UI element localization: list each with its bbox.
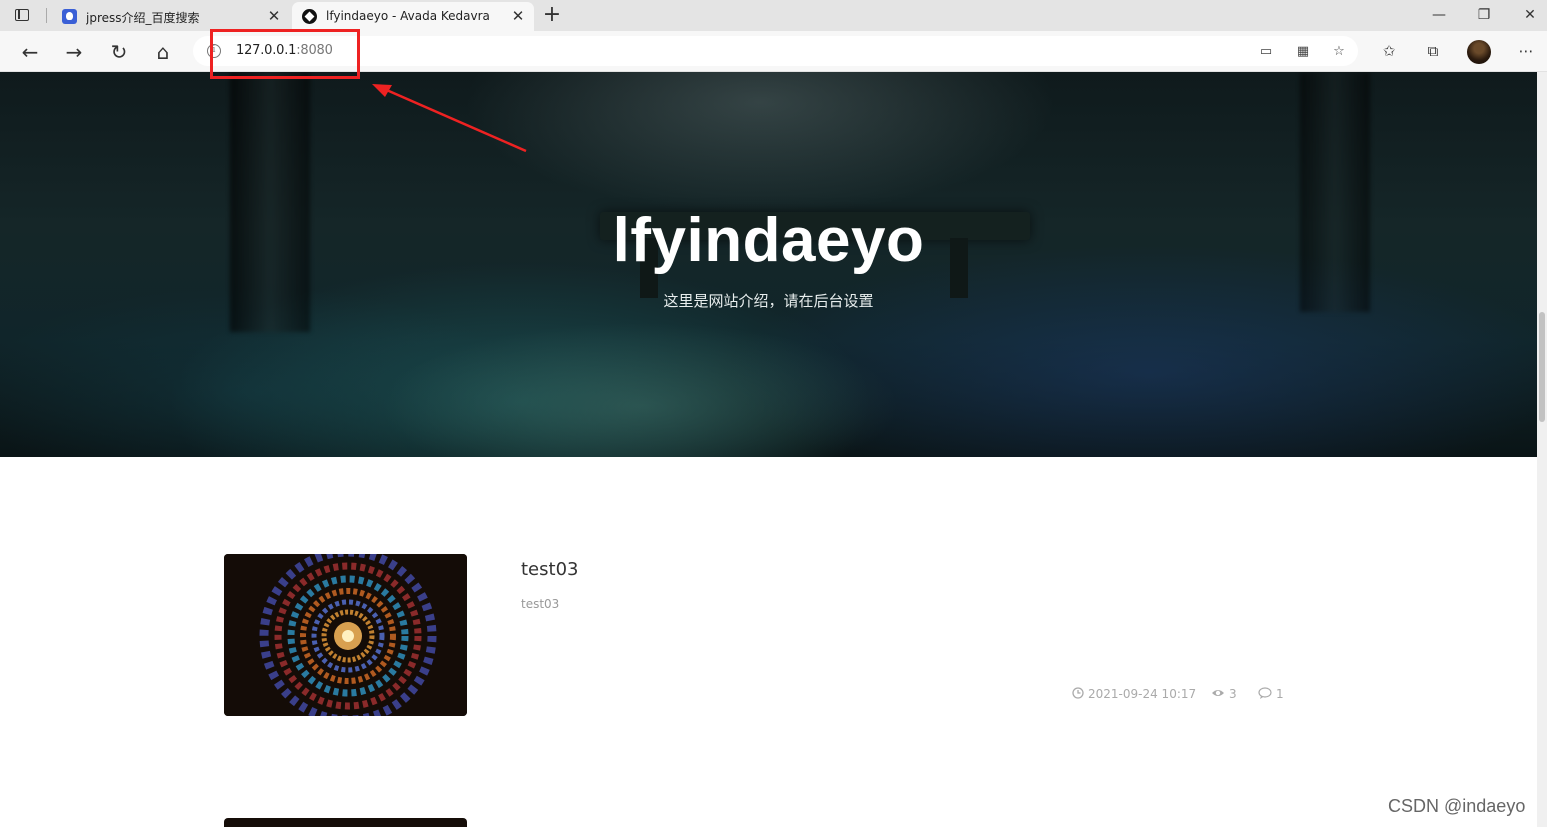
address-bar[interactable]: i 127.0.0.1:8080 ▭ ▦ ☆ <box>193 36 1358 66</box>
csdn-watermark: CSDN @indaeyo <box>1388 796 1526 816</box>
forward-arrow-icon[interactable]: → <box>61 39 87 65</box>
qr-code-icon[interactable]: ▦ <box>1294 44 1312 60</box>
tab-title: lfyindaeyo - Avada Kedavra <box>326 9 490 23</box>
post-date: 2021-09-24 10:17 <box>1072 687 1196 701</box>
annotation-highlight-box <box>210 29 360 79</box>
post-summary: test03 <box>521 597 560 611</box>
tab-close-icon[interactable]: ✕ <box>266 8 282 24</box>
stained-glass-image <box>224 554 467 716</box>
tab-baidu-search[interactable]: jpress介绍_百度搜索 ✕ <box>52 2 290 31</box>
new-tab-button[interactable]: + <box>541 4 563 26</box>
post-comments: 1 <box>1258 687 1284 701</box>
site-logo-icon <box>302 9 317 24</box>
minimize-button[interactable]: — <box>1428 5 1450 25</box>
add-favorite-icon[interactable]: ☆ <box>1330 44 1348 60</box>
scrollbar-thumb[interactable] <box>1539 312 1545 422</box>
clock-icon <box>1072 687 1084 699</box>
back-arrow-icon[interactable]: ← <box>17 39 43 65</box>
baidu-paw-icon <box>62 9 77 24</box>
annotation-arrow <box>372 84 527 153</box>
site-description: 这里是网站介绍，请在后台设置 <box>663 292 874 310</box>
comment-icon <box>1258 687 1272 699</box>
eye-icon <box>1211 687 1225 699</box>
post-title[interactable]: test03 <box>521 559 578 580</box>
collections-icon[interactable]: ⧉ <box>1423 41 1443 61</box>
tab-close-icon[interactable]: ✕ <box>510 8 526 24</box>
post-views-count: 3 <box>1229 687 1237 701</box>
more-options-icon[interactable]: ⋯ <box>1516 41 1536 61</box>
tab-bar: jpress介绍_百度搜索 ✕ lfyindaeyo - Avada Kedav… <box>0 0 1547 31</box>
restore-button[interactable]: ❐ <box>1473 5 1495 25</box>
post-item: test03 test03 2021-09-24 10:17 3 1 <box>224 554 1284 716</box>
site-title[interactable]: lfyindaeyo <box>0 205 1537 276</box>
tab-lfyindaeyo[interactable]: lfyindaeyo - Avada Kedavra ✕ <box>292 2 534 31</box>
tab-title: jpress介绍_百度搜索 <box>86 11 200 25</box>
tab-actions-icon[interactable] <box>12 6 32 24</box>
path-decoration <box>380 322 900 457</box>
post-date-text: 2021-09-24 10:17 <box>1088 687 1197 701</box>
hero-banner: lfyindaeyo 这里是网站介绍，请在后台设置 <box>0 72 1537 457</box>
favorites-icon[interactable]: ✩ <box>1379 41 1399 61</box>
post-views: 3 <box>1211 687 1237 701</box>
tree-trunk-decoration <box>1300 72 1370 312</box>
post-comments-count: 1 <box>1276 687 1284 701</box>
close-window-button[interactable]: ✕ <box>1519 5 1541 25</box>
app-available-icon[interactable]: ▭ <box>1257 44 1275 60</box>
home-icon[interactable]: ⌂ <box>150 39 176 65</box>
refresh-icon[interactable]: ↻ <box>106 39 132 65</box>
profile-avatar[interactable] <box>1467 40 1491 64</box>
tab-separator <box>46 8 47 23</box>
post-thumbnail[interactable] <box>224 818 467 827</box>
post-thumbnail[interactable] <box>224 554 467 716</box>
page-scrollbar[interactable] <box>1537 72 1547 827</box>
post-item <box>224 818 1284 827</box>
